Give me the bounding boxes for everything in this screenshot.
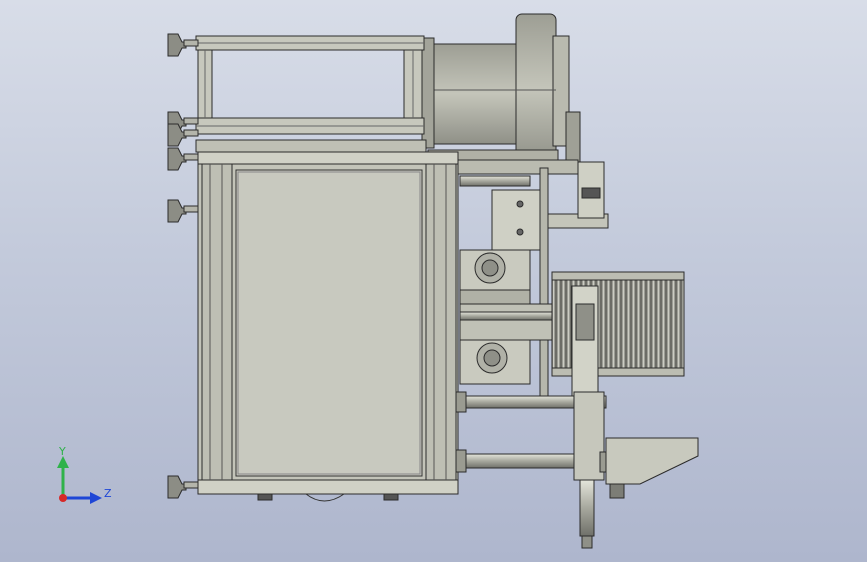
axis-triad: Y Z: [57, 445, 112, 504]
z-axis-label: Z: [104, 487, 112, 500]
upper-roller-drum: [421, 13, 581, 165]
main-cabinet: [197, 151, 459, 502]
machine-drawing: Y Z: [57, 13, 699, 549]
upper-frame: [195, 35, 427, 153]
y-axis-label: Y: [58, 445, 66, 458]
z-axis-arrow: [90, 492, 102, 504]
hopper: [605, 437, 699, 499]
leveling-feet: [167, 33, 199, 499]
x-axis-dot: [59, 494, 67, 502]
vertical-arm: [573, 391, 609, 549]
cad-viewport[interactable]: Y Z: [0, 0, 867, 562]
linear-rail-module: [551, 271, 685, 397]
